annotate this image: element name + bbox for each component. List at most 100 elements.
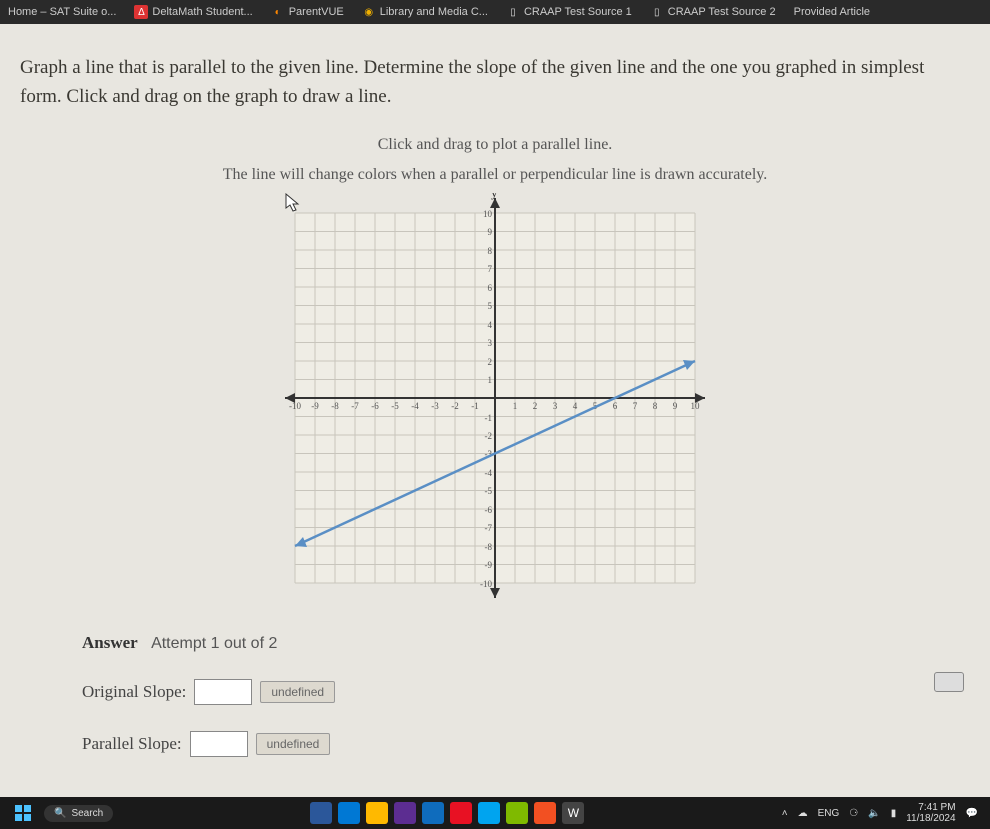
doc-icon: ▯ [506,5,520,19]
svg-text:-2: -2 [451,401,459,411]
svg-text:7: 7 [633,401,638,411]
bookmark-label: CRAAP Test Source 2 [668,6,776,18]
tb-app-4[interactable] [394,802,416,824]
svg-text:-3: -3 [431,401,439,411]
original-undefined-button[interactable]: undefined [260,681,335,703]
svg-text:-2: -2 [485,431,493,441]
parallel-slope-input[interactable] [190,731,248,757]
svg-text:-10: -10 [480,579,492,589]
answer-section: Answer Attempt 1 out of 2 Original Slope… [82,633,970,757]
library-icon: ◉ [362,5,376,19]
svg-text:7: 7 [488,264,493,274]
svg-text:-4: -4 [485,468,493,478]
svg-text:-9: -9 [311,401,319,411]
tb-app-8[interactable] [506,802,528,824]
svg-text:-8: -8 [331,401,339,411]
svg-text:-5: -5 [485,486,493,496]
tray-battery-icon[interactable]: ▮ [891,808,897,819]
tray-cloud-icon[interactable]: ☁ [798,808,808,819]
svg-text:8: 8 [488,246,493,256]
taskbar-date: 11/18/2024 [906,813,955,824]
svg-text:8: 8 [653,401,658,411]
taskbar-clock[interactable]: 7:41 PM 11/18/2024 [906,802,955,824]
svg-text:-4: -4 [411,401,419,411]
svg-text:-1: -1 [485,413,493,423]
bookmark-article[interactable]: Provided Article [794,6,870,18]
answer-header: Answer Attempt 1 out of 2 [82,633,970,653]
search-icon: 🔍 [54,808,66,819]
parallel-undefined-button[interactable]: undefined [256,733,331,755]
keyboard-icon[interactable] [934,672,964,692]
svg-text:3: 3 [553,401,558,411]
svg-text:9: 9 [488,227,493,237]
svg-text:2: 2 [488,357,493,367]
graph-container: x y -10-9-8-7-6-5-4-3-2-1 12345678910 10… [20,193,970,603]
original-slope-input[interactable] [194,679,252,705]
svg-text:-9: -9 [485,560,493,570]
tb-app-7[interactable] [478,802,500,824]
bookmark-label: ParentVUE [289,6,344,18]
bookmark-bar: Home – SAT Suite o... Δ DeltaMath Studen… [0,0,990,24]
tb-app-1[interactable] [310,802,332,824]
svg-text:-6: -6 [485,505,493,515]
svg-text:4: 4 [573,401,578,411]
bookmark-label: Provided Article [794,6,870,18]
doc-icon: ▯ [650,5,664,19]
bookmark-label: Library and Media C... [380,6,488,18]
tray-volume-icon[interactable]: 🔈 [868,808,880,819]
question-text: Graph a line that is parallel to the giv… [20,54,970,111]
cursor-icon [285,193,301,213]
tb-app-5[interactable] [422,802,444,824]
start-button[interactable] [12,802,34,824]
svg-text:-7: -7 [485,523,493,533]
deltamath-icon: Δ [134,5,148,19]
bookmark-label: Home – SAT Suite o... [8,6,116,18]
tray-wifi-icon[interactable]: ⚆ [849,808,858,819]
content-area: Graph a line that is parallel to the giv… [0,24,990,797]
search-text: Search [71,808,103,819]
svg-text:-1: -1 [471,401,479,411]
bookmark-parentvue[interactable]: ◐ ParentVUE [271,5,344,19]
svg-text:5: 5 [488,301,493,311]
bookmark-label: CRAAP Test Source 1 [524,6,632,18]
svg-text:9: 9 [673,401,678,411]
tb-app-2[interactable] [338,802,360,824]
svg-text:3: 3 [488,338,493,348]
lang-indicator[interactable]: ENG [818,808,840,819]
svg-text:-5: -5 [391,401,399,411]
tb-app-10[interactable]: W [562,802,584,824]
svg-text:-10: -10 [289,401,301,411]
tb-app-6[interactable] [450,802,472,824]
original-slope-label: Original Slope: [82,682,186,702]
tb-app-3[interactable] [366,802,388,824]
svg-text:1: 1 [488,375,493,385]
taskbar: 🔍 Search W ˄ ☁ ENG ⚆ 🔈 ▮ 7:41 PM 11/18/2… [0,797,990,829]
parallel-slope-label: Parallel Slope: [82,734,182,754]
svg-text:2: 2 [533,401,538,411]
notification-icon[interactable]: 💬 [966,808,978,819]
answer-label: Answer [82,633,138,652]
parallel-slope-row: Parallel Slope: undefined [82,731,970,757]
original-slope-row: Original Slope: undefined [82,679,970,705]
svg-text:10: 10 [691,401,701,411]
hint-line-1: Click and drag to plot a parallel line. [20,133,970,157]
tb-app-9[interactable] [534,802,556,824]
taskbar-search[interactable]: 🔍 Search [44,805,113,822]
svg-text:1: 1 [513,401,518,411]
coordinate-graph[interactable]: x y -10-9-8-7-6-5-4-3-2-1 12345678910 10… [285,193,705,603]
bookmark-craap2[interactable]: ▯ CRAAP Test Source 2 [650,5,776,19]
svg-text:-7: -7 [351,401,359,411]
svg-text:-8: -8 [485,542,493,552]
taskbar-time: 7:41 PM [906,802,955,813]
bookmark-deltamath[interactable]: Δ DeltaMath Student... [134,5,252,19]
tray-chevron-icon[interactable]: ˄ [782,808,788,819]
svg-text:10: 10 [483,209,493,219]
svg-text:4: 4 [488,320,493,330]
bookmark-library[interactable]: ◉ Library and Media C... [362,5,488,19]
bookmark-craap1[interactable]: ▯ CRAAP Test Source 1 [506,5,632,19]
y-axis-label: y [491,193,498,200]
svg-text:6: 6 [613,401,618,411]
svg-text:6: 6 [488,283,493,293]
bookmark-home[interactable]: Home – SAT Suite o... [8,6,116,18]
attempt-text: Attempt 1 out of 2 [151,635,277,652]
